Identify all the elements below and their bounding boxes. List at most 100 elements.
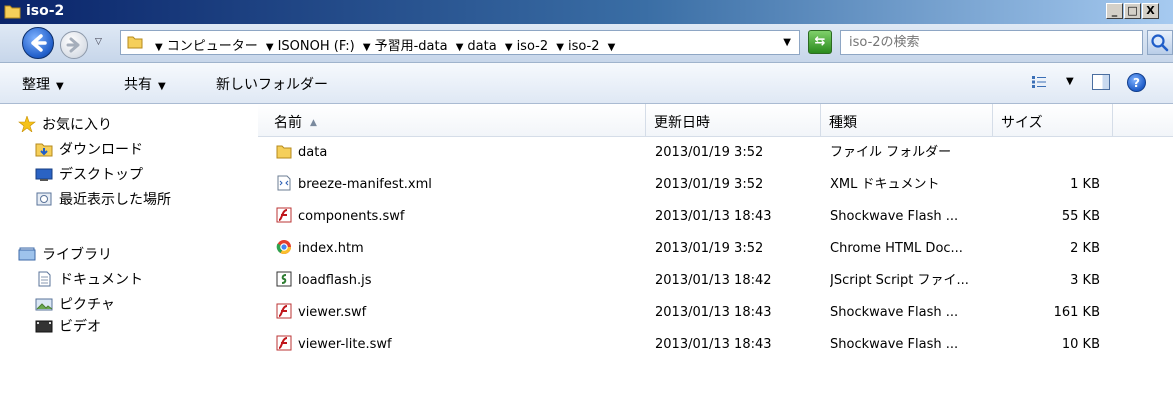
help-icon[interactable]: ?: [1127, 73, 1146, 92]
breadcrumb-item[interactable]: 予習用-data: [375, 39, 448, 54]
forward-button[interactable]: [60, 31, 88, 59]
file-date: 2013/01/19 3:52: [655, 177, 764, 192]
breadcrumb-item[interactable]: ISONOH (F:): [278, 39, 355, 54]
chevron-down-icon: ▼: [56, 81, 64, 92]
nav-item-recent-places[interactable]: 最近表示した場所: [35, 189, 171, 209]
new-folder-label: 新しいフォルダー: [216, 77, 328, 93]
nav-label: ライブラリ: [42, 247, 112, 263]
file-type: XML ドキュメント: [830, 177, 940, 192]
file-type: ファイル フォルダー: [830, 145, 952, 160]
column-type[interactable]: 種類: [821, 104, 993, 136]
breadcrumb-item[interactable]: コンピューター: [167, 39, 258, 54]
file-date: 2013/01/13 18:42: [655, 273, 772, 288]
back-button[interactable]: [22, 27, 54, 59]
list-item[interactable]: data 2013/01/19 3:52 ファイル フォルダー: [258, 137, 1173, 169]
column-size[interactable]: サイズ: [993, 104, 1113, 136]
list-item[interactable]: viewer.swf 2013/01/13 18:43 Shockwave Fl…: [258, 297, 1173, 329]
view-list-icon[interactable]: [1032, 76, 1046, 88]
view-options-dropdown[interactable]: ▼: [1066, 76, 1074, 87]
list-item[interactable]: components.swf 2013/01/13 18:43 Shockwav…: [258, 201, 1173, 233]
breadcrumb-item[interactable]: iso-2: [568, 39, 600, 54]
search-button[interactable]: [1147, 30, 1173, 55]
file-date: 2013/01/19 3:52: [655, 241, 764, 256]
pictures-icon: [35, 298, 53, 311]
chevron-down-icon[interactable]: ▼: [505, 42, 513, 53]
nav-item-downloads[interactable]: ダウンロード: [35, 139, 143, 159]
file-name: viewer.swf: [298, 305, 367, 320]
videos-icon: [35, 320, 53, 333]
chevron-down-icon[interactable]: ▼: [608, 42, 616, 53]
new-folder-button[interactable]: 新しいフォルダー: [216, 74, 328, 94]
file-name: viewer-lite.swf: [298, 337, 392, 352]
file-type: Shockwave Flash ...: [830, 305, 959, 320]
close-button[interactable]: X: [1142, 3, 1159, 19]
file-size: 55 KB: [1061, 209, 1100, 224]
file-type: Shockwave Flash ...: [830, 337, 959, 352]
nav-label: ダウンロード: [59, 142, 143, 158]
folder-icon: [4, 5, 21, 19]
nav-label: ビデオ: [59, 319, 101, 334]
desktop-icon: [35, 168, 53, 181]
nav-item-desktop[interactable]: デスクトップ: [35, 164, 143, 184]
breadcrumb-item[interactable]: data: [467, 39, 496, 54]
list-item[interactable]: breeze-manifest.xml 2013/01/19 3:52 XML …: [258, 169, 1173, 201]
column-size-label: サイズ: [1001, 115, 1043, 131]
xml-file-icon: [277, 175, 291, 191]
column-date[interactable]: 更新日時: [646, 104, 821, 136]
column-name[interactable]: 名前 ▲: [258, 104, 646, 136]
library-icon: [18, 247, 36, 261]
file-size: 1 KB: [1070, 177, 1100, 192]
nav-item-favorites[interactable]: お気に入り: [18, 114, 112, 134]
chevron-down-icon[interactable]: ▼: [456, 42, 464, 53]
title-bar[interactable]: iso-2 _ □ X: [0, 0, 1173, 24]
nav-label: 最近表示した場所: [59, 192, 171, 208]
flash-file-icon: [276, 335, 292, 351]
file-size: 3 KB: [1070, 273, 1100, 288]
column-type-label: 種類: [829, 115, 857, 131]
nav-label: デスクトップ: [59, 167, 143, 183]
recent-pages-dropdown[interactable]: ▽: [95, 37, 102, 47]
nav-item-videos[interactable]: ビデオ: [35, 316, 101, 334]
search-icon: [1151, 34, 1169, 52]
address-bar-area: ▽ ▼ コンピューター ▼ ISONOH (F:) ▼ 予習用-data ▼ data …: [0, 24, 1173, 63]
folder-icon: [127, 36, 143, 49]
column-date-label: 更新日時: [654, 115, 710, 131]
chevron-down-icon[interactable]: ▼: [266, 42, 274, 53]
file-date: 2013/01/13 18:43: [655, 209, 772, 224]
file-name-cell: index.htm: [276, 233, 646, 265]
address-history-dropdown[interactable]: ▼: [783, 37, 791, 48]
navigation-pane: お気に入り ダウンロード デスクトップ 最近表示した場所 ライブラリ ドキュメン…: [0, 104, 258, 410]
file-type: Chrome HTML Doc...: [830, 241, 963, 256]
nav-item-pictures[interactable]: ピクチャ: [35, 294, 115, 314]
list-item[interactable]: index.htm 2013/01/19 3:52 Chrome HTML Do…: [258, 233, 1173, 265]
breadcrumb-item[interactable]: iso-2: [517, 39, 549, 54]
preview-pane-icon[interactable]: [1092, 74, 1110, 90]
documents-icon: [38, 271, 51, 287]
file-list: data 2013/01/19 3:52 ファイル フォルダー breeze-m…: [258, 137, 1173, 410]
file-name-cell: viewer-lite.swf: [276, 329, 646, 361]
refresh-button[interactable]: ⇆: [808, 30, 832, 54]
organize-menu[interactable]: 整理 ▼: [22, 74, 64, 94]
file-name-cell: viewer.swf: [276, 297, 646, 329]
search-input[interactable]: [847, 34, 1131, 51]
search-box[interactable]: [840, 30, 1143, 55]
column-header: 名前 ▲ 更新日時 種類 サイズ: [258, 104, 1173, 137]
nav-item-documents[interactable]: ドキュメント: [35, 269, 143, 289]
back-arrow-icon: [31, 34, 47, 52]
list-item[interactable]: viewer-lite.swf 2013/01/13 18:43 Shockwa…: [258, 329, 1173, 361]
file-name: index.htm: [298, 241, 364, 256]
forward-arrow-icon: [66, 37, 80, 53]
share-menu[interactable]: 共有 ▼: [124, 74, 166, 94]
file-type: JScript Script ファイ...: [830, 273, 969, 288]
nav-item-libraries[interactable]: ライブラリ: [18, 244, 112, 264]
chevron-down-icon[interactable]: ▼: [556, 42, 564, 53]
refresh-icon: ⇆: [814, 34, 826, 49]
chevron-down-icon[interactable]: ▼: [155, 42, 163, 53]
file-size: 161 KB: [1053, 305, 1100, 320]
chevron-down-icon[interactable]: ▼: [363, 42, 371, 53]
maximize-button[interactable]: □: [1124, 3, 1141, 19]
list-item[interactable]: loadflash.js 2013/01/13 18:42 JScript Sc…: [258, 265, 1173, 297]
nav-label: ピクチャ: [59, 297, 115, 313]
minimize-button[interactable]: _: [1106, 3, 1123, 19]
address-box[interactable]: ▼ コンピューター ▼ ISONOH (F:) ▼ 予習用-data ▼ data ▼ i…: [120, 30, 800, 55]
